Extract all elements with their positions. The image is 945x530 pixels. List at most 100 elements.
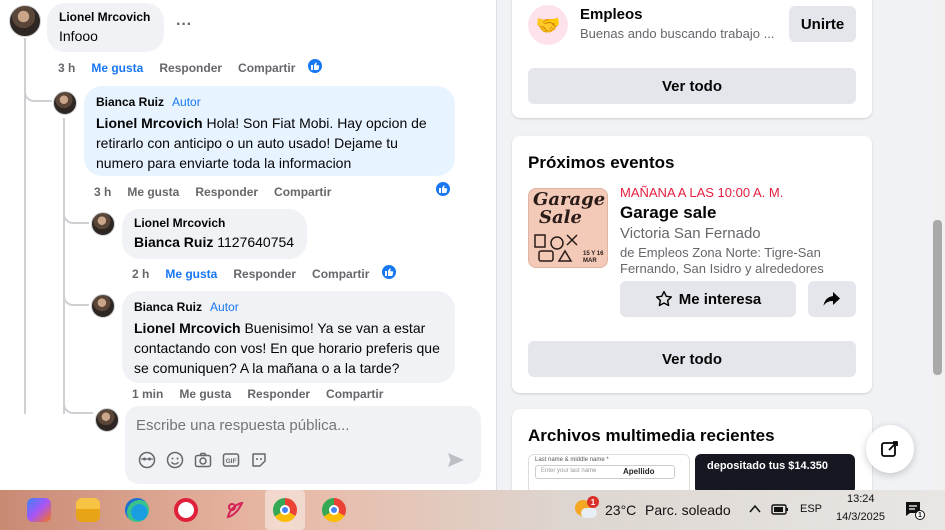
like-button[interactable]: Me gusta [91,61,143,75]
group-name[interactable]: Empleos [580,6,643,23]
like-reaction-icon[interactable] [306,57,324,75]
sticker-icon[interactable] [250,451,268,469]
like-reaction-icon[interactable] [434,180,452,198]
comment-actions: 3 h Me gusta Responder Compartir [58,61,295,75]
reply-composer: GIF [125,406,481,484]
notifications-icon[interactable]: 1 [904,500,925,520]
comment-time[interactable]: 1 min [132,387,163,401]
reply-input[interactable] [136,414,466,436]
clock-date[interactable]: 14/3/2025 [836,511,885,523]
battery-icon[interactable] [771,502,789,516]
comment-text: Infooo [59,28,98,44]
chrome-icon[interactable] [273,498,297,522]
language-indicator[interactable]: ESP [800,503,822,515]
avatar[interactable] [53,91,77,115]
opera-icon[interactable] [174,498,198,522]
chrome-icon[interactable] [322,498,346,522]
share-button[interactable]: Compartir [274,185,331,199]
weather-text[interactable]: Parc. soleado [645,502,731,518]
comment-author[interactable]: Lionel Mrcovich [59,10,152,24]
share-button[interactable]: Compartir [312,267,369,281]
reply-button[interactable]: Responder [247,387,310,401]
share-button[interactable]: Compartir [326,387,383,401]
thumb-date: 15 Y 16 MAR [583,251,604,264]
media-thumbnail[interactable]: depositado tus $14.350 [695,454,855,494]
reply-button[interactable]: Responder [233,267,296,281]
gif-icon[interactable]: GIF [222,451,240,469]
comment-author[interactable]: Bianca Ruiz [134,300,202,314]
see-all-button[interactable]: Ver todo [528,341,856,377]
handshake-icon[interactable]: 🤝 [528,5,568,45]
comment-bubble: Lionel Mrcovich Bianca Ruiz 1127640754 [122,209,307,259]
share-button[interactable] [808,281,856,317]
like-reaction-icon[interactable] [380,263,398,281]
share-button[interactable]: Compartir [238,61,295,75]
compose-icon [881,441,898,457]
events-card: Próximos eventos Garage Sale 15 Y 16 MAR… [512,136,872,393]
comment-actions: 1 min Me gusta Responder Compartir [132,387,383,401]
chevron-up-icon[interactable] [749,504,761,514]
thumb-text: depositado tus $14.350 [707,460,829,472]
reply-button[interactable]: Responder [195,185,258,199]
thumb-text: Enter your last name [541,468,597,474]
event-name[interactable]: Garage sale [620,203,716,223]
event-group: de Empleos Zona Norte: Tigre-San Fernand… [620,245,824,276]
more-options-icon[interactable]: ··· [176,16,192,34]
send-icon[interactable] [447,452,465,468]
weather-icon[interactable]: 1 [575,496,599,520]
comment-author[interactable]: Lionel Mrcovich [134,216,295,230]
copilot-icon[interactable] [27,498,51,522]
thread-connector [63,288,89,306]
comment-actions: 2 h Me gusta Responder Compartir [132,267,369,281]
scrollbar-thumb[interactable] [933,220,942,375]
event-location: Victoria San Fernado [620,225,761,242]
like-button[interactable]: Me gusta [127,185,179,199]
thread-connector [24,84,52,102]
file-explorer-icon[interactable] [76,498,100,522]
thread-line [63,118,65,414]
comment-time[interactable]: 3 h [94,185,111,199]
weather-temp[interactable]: 23°C [605,502,636,518]
star-icon [655,290,672,307]
windows-taskbar: 1 23°C Parc. soleado ESP 13:24 14/3/2025… [0,490,945,530]
like-button[interactable]: Me gusta [179,387,231,401]
mention-link[interactable]: Lionel Mrcovich [134,320,241,336]
emoji-icon[interactable] [166,451,184,469]
join-button[interactable]: Unirte [789,6,856,42]
mention-link[interactable]: Bianca Ruiz [134,234,213,250]
garage-items-icon [534,234,578,262]
clock-time[interactable]: 13:24 [847,493,875,505]
author-badge: Autor [172,95,201,109]
avatar[interactable] [9,5,41,37]
interested-button[interactable]: Me interesa [620,281,796,317]
avatar[interactable] [91,212,115,236]
comment-actions: 3 h Me gusta Responder Compartir [94,185,331,199]
avatar[interactable] [95,408,119,432]
app-icon[interactable] [223,498,247,522]
media-thumbnail[interactable]: Last name & middle name * Enter your las… [528,454,690,494]
share-arrow-icon [823,292,840,306]
comment-bubble: Lionel Mrcovich Infooo [47,3,164,52]
comment-bubble: Bianca Ruiz Autor Lionel Mrcovich Hola! S… [84,86,455,176]
event-thumbnail[interactable]: Garage Sale 15 Y 16 MAR [528,188,608,268]
weather-badge: 1 [587,496,599,508]
comment-time[interactable]: 3 h [58,61,75,75]
thumb-text: Sale [539,207,582,228]
notification-count: 1 [915,510,925,520]
thumb-text: Apellido [623,467,655,476]
interested-label: Me interesa [678,290,762,308]
event-date: MAÑANA A LAS 10:00 A. M. [620,185,784,200]
see-all-button[interactable]: Ver todo [528,68,856,104]
avatar-sticker-icon[interactable] [138,451,156,469]
mention-link[interactable]: Lionel Mrcovich [96,115,203,131]
avatar[interactable] [91,294,115,318]
comment-text: Bianca Ruiz 1127640754 [134,234,295,250]
reply-button[interactable]: Responder [159,61,222,75]
comment-author[interactable]: Bianca Ruiz [96,95,164,109]
like-button[interactable]: Me gusta [165,267,217,281]
comment-text: Lionel Mrcovich Buenisimo! Ya se van a e… [134,320,440,376]
new-message-button[interactable] [866,425,914,473]
comment-time[interactable]: 2 h [132,267,149,281]
edge-icon[interactable] [125,498,149,522]
camera-icon[interactable] [194,451,212,469]
